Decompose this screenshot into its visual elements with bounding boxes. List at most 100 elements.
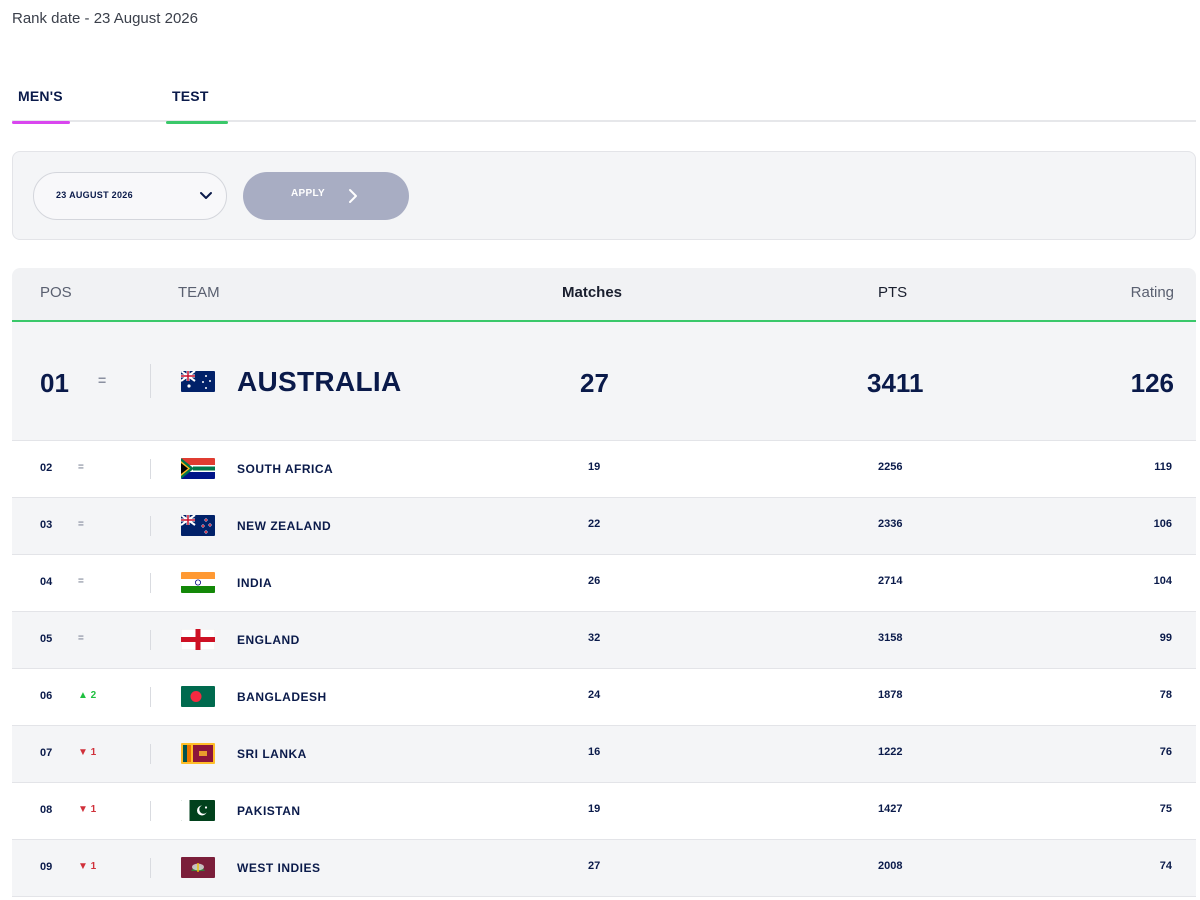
- row-matches: 24: [588, 689, 601, 701]
- row-rating: 75: [1159, 803, 1172, 815]
- table-row[interactable]: 04 = INDIA 26 2714 104: [12, 555, 1196, 612]
- row-pts: 1427: [878, 803, 903, 815]
- row-movement-down: ▼ 1: [78, 747, 97, 758]
- table-row-top[interactable]: 01 = AUSTRALIA 27 3411 126: [12, 322, 1196, 441]
- row-pos: 08: [40, 804, 53, 816]
- south-africa-flag-icon: [181, 458, 215, 479]
- date-select[interactable]: 23 AUGUST 2026: [33, 172, 227, 220]
- apply-button[interactable]: APPLY: [243, 172, 409, 220]
- row-pts: 2714: [878, 575, 903, 587]
- england-flag-icon: [181, 629, 215, 650]
- row-matches: 22: [588, 518, 601, 530]
- row-movement: =: [78, 462, 84, 473]
- tab-mens-underline: [12, 121, 70, 124]
- row-team: WEST INDIES: [237, 861, 321, 875]
- row-rating: 106: [1153, 518, 1172, 530]
- date-select-value: 23 AUGUST 2026: [56, 190, 133, 200]
- row-team: PAKISTAN: [237, 804, 301, 818]
- row-pos: 06: [40, 690, 53, 702]
- table-row[interactable]: 07 ▼ 1 SRI LANKA 16 1222 76: [12, 726, 1196, 783]
- row-team: ENGLAND: [237, 633, 300, 647]
- row-matches: 27: [580, 368, 609, 398]
- row-matches: 19: [588, 803, 601, 815]
- row-matches: 19: [588, 461, 601, 473]
- row-divider: [150, 459, 151, 479]
- tab-test-underline: [166, 121, 228, 124]
- header-matches: Matches: [562, 284, 623, 301]
- row-team: SOUTH AFRICA: [237, 462, 334, 476]
- row-matches: 27: [588, 860, 601, 872]
- row-matches: 16: [588, 746, 601, 758]
- tab-test[interactable]: TEST: [166, 84, 228, 124]
- row-pos: 03: [40, 519, 53, 531]
- row-pts: 2336: [878, 518, 903, 530]
- table-header: POS TEAM Matches PTS Rating: [12, 268, 1196, 322]
- row-team: INDIA: [237, 576, 273, 590]
- table-row[interactable]: 09 ▼ 1 WEST INDIES 27 2008 74: [12, 840, 1196, 897]
- row-divider: [150, 630, 151, 650]
- row-rating: 74: [1159, 860, 1172, 872]
- row-movement-down: ▼ 1: [78, 861, 97, 872]
- row-divider: [150, 801, 151, 821]
- row-movement: =: [78, 519, 84, 530]
- tab-test-label: TEST: [172, 88, 209, 104]
- tab-bar: MEN'S TEST: [12, 84, 1196, 124]
- row-pts: 2008: [878, 860, 903, 872]
- row-rating: 78: [1159, 689, 1172, 701]
- bangladesh-flag-icon: [181, 686, 215, 707]
- row-divider: [150, 858, 151, 878]
- table-row[interactable]: 06 ▲ 2 BANGLADESH 24 1878 78: [12, 669, 1196, 726]
- row-rating: 76: [1159, 746, 1172, 758]
- row-team: SRI LANKA: [237, 747, 307, 761]
- table-row[interactable]: 08 ▼ 1 PAKISTAN 19 1427 75: [12, 783, 1196, 840]
- row-matches: 32: [588, 632, 601, 644]
- row-movement: =: [78, 633, 84, 644]
- row-pts: 3158: [878, 632, 903, 644]
- rank-date: Rank date - 23 August 2026: [12, 10, 198, 27]
- row-pos: 05: [40, 633, 53, 645]
- row-pos: 07: [40, 747, 53, 759]
- row-pts: 1878: [878, 689, 903, 701]
- sri-lanka-flag-icon: [181, 743, 215, 764]
- row-matches: 26: [588, 575, 601, 587]
- row-divider: [150, 573, 151, 593]
- row-pos: 09: [40, 861, 53, 873]
- row-rating: 126: [1130, 368, 1174, 398]
- row-pts: 3411: [867, 368, 924, 398]
- row-pts: 1222: [878, 746, 903, 758]
- row-pos: 04: [40, 576, 53, 588]
- table-row[interactable]: 05 = ENGLAND 32 3158 99: [12, 612, 1196, 669]
- table-row[interactable]: 03 = NEW ZEALAND 22 2336 106: [12, 498, 1196, 555]
- pakistan-flag-icon: [181, 800, 215, 821]
- chevron-down-icon: [200, 192, 212, 199]
- row-pos: 01: [40, 368, 69, 398]
- row-rating: 99: [1159, 632, 1172, 644]
- header-pts: PTS: [878, 284, 908, 301]
- filter-panel: 23 AUGUST 2026 APPLY: [12, 151, 1196, 240]
- header-rating: Rating: [1130, 284, 1174, 301]
- table-row[interactable]: 02 = SOUTH AFRICA 19 2256 119: [12, 441, 1196, 498]
- australia-flag-icon: [181, 371, 215, 392]
- india-flag-icon: [181, 572, 215, 593]
- chevron-right-icon: [349, 189, 357, 203]
- row-team: AUSTRALIA: [237, 366, 402, 397]
- new-zealand-flag-icon: [181, 515, 215, 536]
- header-pos: POS: [40, 284, 72, 301]
- row-divider: [150, 744, 151, 764]
- row-movement: =: [78, 576, 84, 587]
- header-team: TEAM: [178, 284, 220, 301]
- row-movement: =: [98, 372, 107, 388]
- row-team: BANGLADESH: [237, 690, 327, 704]
- row-rating: 104: [1153, 575, 1172, 587]
- row-team: NEW ZEALAND: [237, 519, 332, 533]
- tab-mens[interactable]: MEN'S: [12, 84, 70, 124]
- row-divider: [150, 364, 151, 398]
- west-indies-flag-icon: [181, 857, 215, 878]
- row-movement-down: ▼ 1: [78, 804, 97, 815]
- apply-button-label: APPLY: [291, 188, 325, 199]
- row-divider: [150, 516, 151, 536]
- rankings-table: POS TEAM Matches PTS Rating 01 = AUSTRAL…: [12, 268, 1196, 897]
- row-rating: 119: [1154, 461, 1172, 473]
- row-divider: [150, 687, 151, 707]
- row-pos: 02: [40, 462, 53, 474]
